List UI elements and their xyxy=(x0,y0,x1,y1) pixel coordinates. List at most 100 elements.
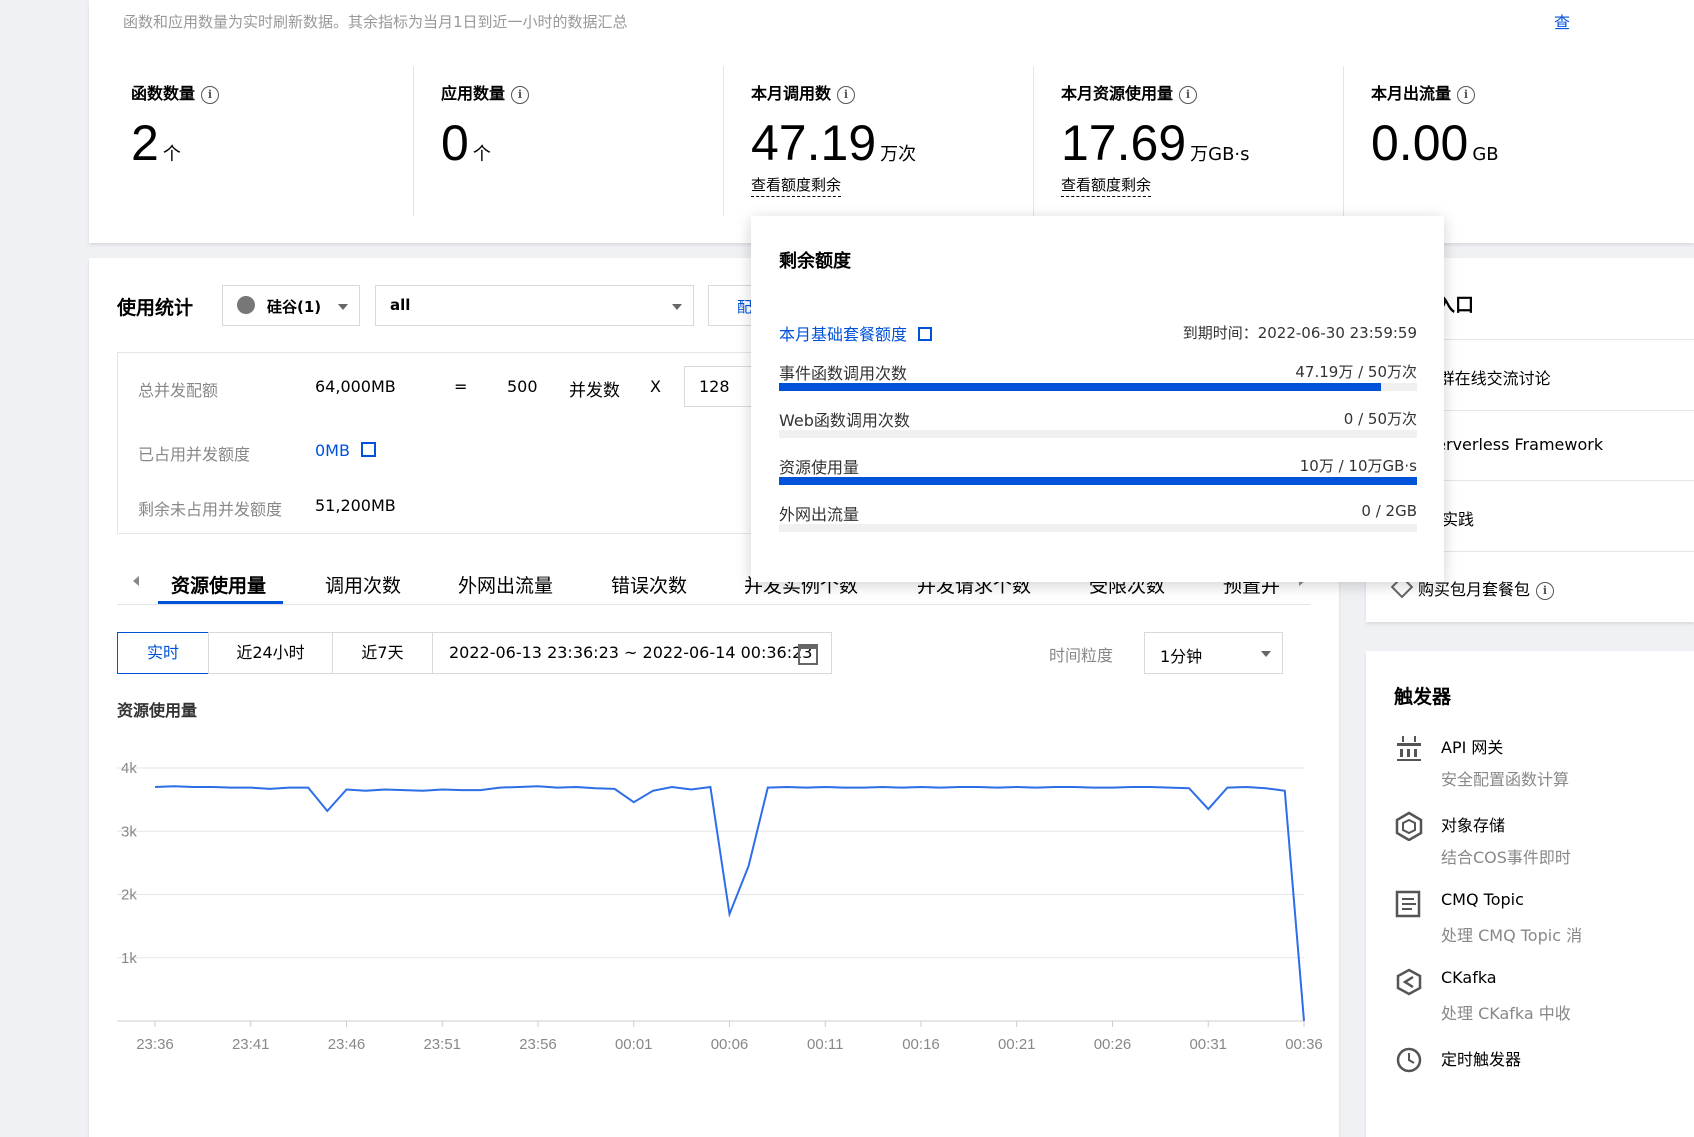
remaining-quota-value: 51,200MB xyxy=(315,496,396,515)
external-link-icon xyxy=(361,442,377,457)
stat-value: 0.00 xyxy=(1371,115,1469,171)
quota-row-label: 资源使用量 xyxy=(779,458,860,477)
time-button-label: 实时 xyxy=(146,643,179,662)
info-icon[interactable]: i xyxy=(1457,85,1476,104)
x-tick-label: 00:16 xyxy=(902,1036,940,1053)
time-7d-button[interactable]: 近7天 xyxy=(332,632,433,674)
tab-outbound-traffic[interactable]: 外网出流量 xyxy=(458,571,553,598)
trigger-item-title: 对象存储 xyxy=(1441,816,1506,835)
resource-usage-line-chart: 1k 2k 3k 4k 23:36 23:41 23:46 23:51 23:56 00:01 00… xyxy=(117,760,1323,1053)
time-24h-button[interactable]: 近24小时 xyxy=(208,632,333,674)
x-tick-label: 00:31 xyxy=(1189,1036,1227,1053)
stat-value: 2 xyxy=(131,115,159,171)
buy-package-label: 购买包月套餐包 xyxy=(1418,580,1531,599)
quota-row-label: 外网出流量 xyxy=(779,505,860,524)
tab-errors[interactable]: 错误次数 xyxy=(611,571,687,598)
quota-progress-bar xyxy=(779,477,1417,485)
stat-unit: GB xyxy=(1472,144,1499,165)
stat-monthly-invocations: 本月调用数 i 47.19 万次 查看额度剩余 xyxy=(751,80,917,197)
stat-monthly-outbound: 本月出流量 i 0.00 GB xyxy=(1371,80,1499,172)
granularity-label: 时间粒度 xyxy=(1049,646,1114,665)
quota-progress-fill xyxy=(779,383,1382,391)
trigger-item-cos[interactable]: 对象存储 结合COS事件即时 xyxy=(1366,807,1694,877)
used-quota-link[interactable]: 0MB xyxy=(315,441,377,460)
info-icon[interactable]: i xyxy=(201,85,220,104)
x-tick-label: 00:21 xyxy=(998,1036,1036,1053)
info-icon[interactable]: i xyxy=(1536,581,1555,600)
overview-top-right-link[interactable]: 查 xyxy=(1554,9,1570,33)
entry-item-label: Q群在线交流讨论 xyxy=(1426,369,1551,388)
info-icon[interactable]: i xyxy=(511,85,530,104)
concurrency-label: 并发数 xyxy=(569,381,620,401)
remaining-quota-label: 剩余未占用并发额度 xyxy=(138,500,283,519)
stat-value: 0 xyxy=(441,115,469,171)
stat-value: 47.19 xyxy=(751,115,877,171)
date-range-value: 2022-06-13 23:36:23 ~ 2022-06-14 00:36:2… xyxy=(449,643,813,662)
x-tick-label: 23:36 xyxy=(136,1036,174,1053)
trigger-title: 触发器 xyxy=(1394,686,1452,708)
y-tick-label: 3k xyxy=(121,823,137,840)
region-value: 硅谷(1) xyxy=(267,298,322,316)
view-quota-link[interactable]: 查看额度剩余 xyxy=(1061,176,1152,197)
quota-row-value: 0 / 2GB xyxy=(1361,502,1417,520)
stat-unit: 个 xyxy=(472,144,491,165)
cmq-topic-icon xyxy=(1395,890,1421,918)
info-icon[interactable]: i xyxy=(1179,85,1198,104)
concurrency-value: 500 xyxy=(507,377,538,396)
x-tick-label: 23:56 xyxy=(519,1036,557,1053)
active-tab-indicator xyxy=(158,601,283,604)
stat-applications: 应用数量 i 0个 xyxy=(441,80,530,172)
time-button-label: 近7天 xyxy=(361,643,404,662)
namespace-select[interactable]: all xyxy=(375,285,694,326)
quota-row-value: 10万 / 10万GB·s xyxy=(1299,457,1417,475)
tab-invocations[interactable]: 调用次数 xyxy=(325,571,401,598)
package-expiry: 到期时间：2022-06-30 23:59:59 xyxy=(1182,324,1417,342)
total-quota-value: 64,000MB xyxy=(315,377,396,396)
api-gateway-icon xyxy=(1397,736,1421,761)
x-tick-label: 23:51 xyxy=(423,1036,461,1053)
x-tick-label: 00:06 xyxy=(711,1036,749,1053)
trigger-item-desc: 处理 CMQ Topic 消 xyxy=(1441,926,1583,945)
x-tick-label: 00:11 xyxy=(807,1036,843,1053)
trigger-item-ckafka[interactable]: CKafka 处理 CKafka 中收 xyxy=(1366,963,1694,1033)
stat-label: 本月调用数 xyxy=(751,84,832,103)
trigger-item-timer[interactable]: 定时触发器 xyxy=(1366,1041,1694,1111)
usage-title: 使用统计 xyxy=(117,297,194,319)
tab-scroll-left-icon[interactable] xyxy=(133,576,139,586)
quota-row-label: Web函数调用次数 xyxy=(779,411,910,430)
y-tick-label: 1k xyxy=(121,950,137,967)
info-icon[interactable]: i xyxy=(837,85,856,104)
stat-label: 本月出流量 xyxy=(1371,84,1452,103)
date-range-picker[interactable]: 2022-06-13 23:36:23 ~ 2022-06-14 00:36:2… xyxy=(432,632,832,674)
stat-unit: 万次 xyxy=(880,144,917,165)
region-select[interactable]: 硅谷(1) xyxy=(222,285,360,326)
view-quota-link[interactable]: 查看额度剩余 xyxy=(751,176,842,197)
config-button-label: 配 xyxy=(737,298,753,316)
trigger-item-title: CKafka xyxy=(1441,968,1497,987)
granularity-value: 1分钟 xyxy=(1160,647,1203,666)
quota-row-value: 47.19万 / 50万次 xyxy=(1295,363,1417,381)
tab-resource-usage[interactable]: 资源使用量 xyxy=(171,571,266,598)
stat-label: 应用数量 xyxy=(441,84,506,103)
popover-title: 剩余额度 xyxy=(779,251,851,272)
entry-item-label: Serverless Framework xyxy=(1426,435,1604,454)
stat-label: 本月资源使用量 xyxy=(1061,84,1174,103)
quota-progress-bar xyxy=(779,430,1417,438)
overview-card: 函数和应用数量为实时刷新数据。其余指标为当月1日到近一小时的数据汇总 查 函数数… xyxy=(89,0,1694,243)
chart-area: 1k 2k 3k 4k 23:36 23:41 23:46 23:51 23:56 00:01 00… xyxy=(89,738,1339,1137)
times-sign: X xyxy=(650,377,661,396)
stat-functions: 函数数量 i 2个 xyxy=(131,80,220,172)
trigger-item-api-gateway[interactable]: API 网关 安全配置函数计算 xyxy=(1366,729,1694,799)
x-tick-label: 00:36 xyxy=(1285,1036,1323,1053)
granularity-select[interactable]: 1分钟 xyxy=(1144,632,1283,674)
globe-icon xyxy=(237,296,255,314)
trigger-card: 触发器 API 网关 安全配置函数计算 对象存储 结合COS事件即时 CMQ T… xyxy=(1366,651,1694,1137)
overview-note: 函数和应用数量为实时刷新数据。其余指标为当月1日到近一小时的数据汇总 xyxy=(123,13,628,31)
x-tick-label: 23:46 xyxy=(328,1036,366,1053)
stat-unit: 个 xyxy=(162,144,181,165)
stat-monthly-resource: 本月资源使用量 i 17.69 万GB·s 查看额度剩余 xyxy=(1061,80,1250,197)
package-quota-link[interactable]: 本月基础套餐额度 xyxy=(779,321,933,345)
time-realtime-button[interactable]: 实时 xyxy=(117,632,209,674)
trigger-item-cmq-topic[interactable]: CMQ Topic 处理 CMQ Topic 消 xyxy=(1366,885,1694,955)
x-tick-label: 00:26 xyxy=(1094,1036,1132,1053)
